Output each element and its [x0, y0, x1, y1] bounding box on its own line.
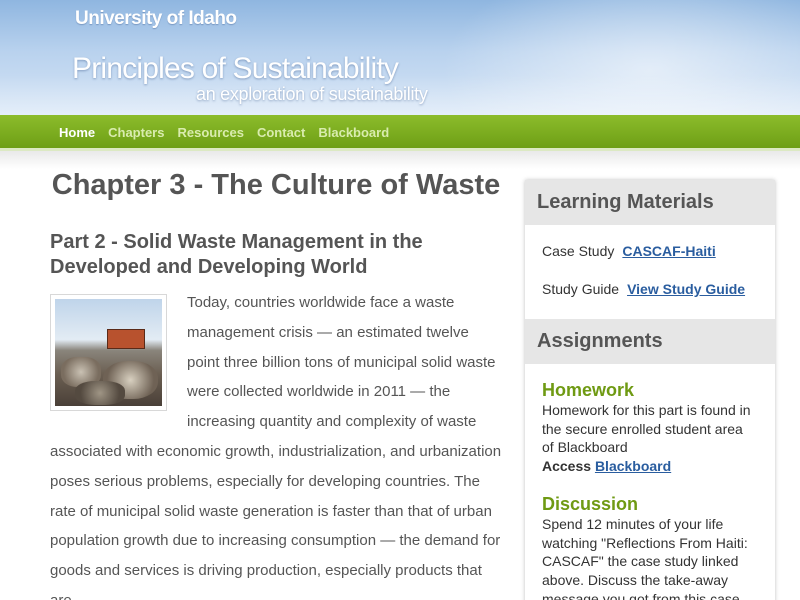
nav-shadow — [0, 151, 800, 169]
study-guide-label: Study Guide — [542, 281, 620, 297]
article-body: Today, countries worldwide face a waste … — [50, 288, 502, 600]
discussion-text: Spend 12 minutes of your life watching "… — [542, 515, 748, 600]
case-study-label: Case Study — [542, 243, 615, 259]
learning-materials-heading: Learning Materials — [525, 180, 775, 225]
nav-list: Home Chapters Resources Contact Blackboa… — [0, 115, 800, 142]
site-title[interactable]: Principles of Sustainability — [72, 52, 399, 86]
chapter-title: Chapter 3 - The Culture of Waste — [51, 169, 501, 201]
nav-item-resources[interactable]: Resources — [177, 125, 243, 140]
homework-access: Access Blackboard — [542, 457, 758, 476]
learning-materials-list: Case Study CASCAF-Haiti Study Guide View… — [525, 225, 775, 319]
assignments-heading: Assignments — [525, 319, 775, 364]
site-tagline: an exploration of sustainability — [196, 84, 428, 104]
main-content: Chapter 3 - The Culture of Waste Part 2 … — [50, 168, 502, 600]
bulldozer-shape — [107, 329, 145, 349]
sidebar: Learning Materials Case Study CASCAF-Hai… — [525, 180, 775, 600]
nav-item-home[interactable]: Home — [59, 125, 95, 140]
assignments-body: Homework Homework for this part is found… — [525, 364, 775, 600]
discussion-title: Discussion — [542, 493, 639, 514]
homework-title: Homework — [542, 380, 635, 400]
blackboard-link[interactable]: Blackboard — [595, 458, 671, 474]
main-nav: Home Chapters Resources Contact Blackboa… — [0, 115, 800, 151]
nav-item-blackboard[interactable]: Blackboard — [318, 125, 389, 140]
debris-shape — [75, 381, 125, 405]
part-title: Part 2 - Solid Waste Management in the D… — [50, 231, 423, 278]
landfill-image — [50, 294, 167, 411]
header-banner: University of Idaho Principles of Sustai… — [0, 0, 800, 115]
homework-text: Homework for this part is found in the s… — [542, 402, 751, 456]
case-study-link[interactable]: CASCAF-Haiti — [622, 243, 715, 259]
case-study-row: Case Study CASCAF-Haiti — [525, 232, 775, 270]
study-guide-link[interactable]: View Study Guide — [627, 281, 745, 297]
nav-item-contact[interactable]: Contact — [257, 125, 305, 140]
landfill-photo — [55, 299, 162, 406]
study-guide-row: Study Guide View Study Guide — [525, 270, 775, 308]
access-label: Access — [542, 458, 592, 475]
university-logo[interactable]: University of Idaho — [75, 8, 237, 30]
nav-item-chapters[interactable]: Chapters — [108, 125, 164, 140]
